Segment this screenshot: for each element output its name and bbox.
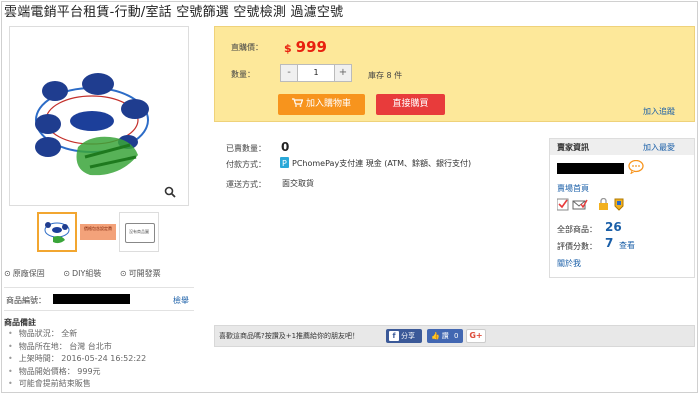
check-icon: ⊙ — [63, 269, 70, 278]
seller-title: 賣家資訊 — [557, 143, 589, 152]
product-diagram-image — [35, 73, 149, 176]
add-tracking-link[interactable]: 加入追蹤 — [643, 106, 675, 117]
quantity-minus-button[interactable]: - — [281, 65, 298, 81]
add-favorite-link[interactable]: 加入最愛 — [643, 142, 675, 153]
divider — [4, 310, 194, 311]
sold-value: 0 — [281, 140, 290, 154]
quantity-label: 數量： — [231, 70, 255, 79]
zoom-icon[interactable] — [164, 186, 176, 198]
buy-now-button[interactable]: 直接購買 — [376, 94, 445, 115]
product-title: 雲端電銷平台租賃-行動/室話 空號篩選 空號檢測 過濾空號 — [4, 5, 344, 20]
quantity-input[interactable]: 1 — [298, 65, 334, 81]
check-icon: ⊙ — [119, 269, 127, 278]
facebook-like-count: 0 — [453, 332, 459, 340]
sold-label: 已賣數量： — [226, 144, 266, 153]
price-value: $999 — [284, 38, 327, 56]
shield-badge-icon — [614, 198, 624, 211]
chat-icon[interactable] — [628, 159, 644, 176]
shipping-label: 運送方式： — [226, 180, 266, 189]
main-product-image[interactable] — [9, 26, 189, 206]
price-amount: 999 — [295, 38, 327, 56]
payment-value: P PChomePay支付連 現金 (ATM、餘額、銀行支付) — [280, 157, 472, 168]
store-home-link[interactable]: 賣場首頁 — [557, 183, 589, 194]
payment-label: 付款方式： — [226, 160, 266, 169]
cart-icon — [291, 98, 304, 107]
currency-symbol: $ — [284, 42, 292, 55]
price-label: 直購價： — [231, 43, 263, 52]
note-item: 可能會提前結束販售 — [8, 378, 146, 391]
facebook-share-label: 分享 — [401, 332, 415, 340]
facebook-like-button[interactable]: 👍 讚 0 — [427, 329, 463, 343]
note-item: 物品開始價格： 999元 — [8, 366, 146, 379]
thumbnail-3[interactable]: 沒有商品圖 — [119, 212, 159, 252]
seller-badges — [556, 197, 632, 213]
facebook-share-button[interactable]: f 分享 — [386, 329, 422, 343]
facebook-like-label: 讚 — [441, 332, 449, 340]
feature-warranty: ⊙ 原廠保固 — [4, 269, 45, 278]
feature-invoice: ⊙ 可開發票 — [119, 269, 161, 278]
thumbs-up-icon: 👍 — [431, 332, 440, 340]
report-link[interactable]: 檢舉 — [173, 295, 189, 306]
view-rating-link[interactable]: 查看 — [619, 240, 635, 251]
notes-list: 物品狀況： 全新 物品所在地： 台灣 台北市 上架時間： 2016-05-24 … — [8, 328, 147, 391]
notes-title: 商品備註 — [4, 318, 36, 327]
shipping-value: 面交取貨 — [282, 179, 314, 188]
feature-diy: ⊙ DIY組裝 — [63, 269, 102, 278]
facebook-icon: f — [389, 331, 399, 341]
quantity-stepper: - 1 + — [280, 64, 352, 82]
quantity-plus-button[interactable]: + — [334, 65, 351, 81]
google-plus-button[interactable]: G+ — [466, 329, 486, 343]
thumbnail-2[interactable]: 價格包含設定費 — [78, 212, 118, 252]
thumbnail-2-text: 價格包含設定費 — [84, 226, 112, 231]
lock-icon — [599, 197, 608, 210]
divider — [4, 287, 194, 288]
verified-check-icon — [556, 198, 569, 211]
check-icon: ⊙ — [4, 269, 11, 278]
product-id-label: 商品編號： — [6, 296, 46, 305]
seller-name-redacted[interactable] — [557, 163, 624, 174]
thumbnail-3-text: 沒有商品圖 — [129, 229, 149, 234]
add-to-cart-button[interactable]: 加入購物車 — [278, 94, 365, 115]
mail-verified-icon — [572, 199, 588, 210]
pchomepay-icon: P — [280, 157, 289, 168]
rating-value[interactable]: 7 — [605, 236, 613, 250]
note-item: 物品所在地： 台灣 台北市 — [8, 341, 146, 354]
total-items-value[interactable]: 26 — [605, 220, 622, 234]
product-id-redacted — [53, 294, 130, 304]
thumbnail-1[interactable] — [37, 212, 77, 252]
about-me-link[interactable]: 關於我 — [557, 258, 581, 269]
note-item: 物品狀況： 全新 — [8, 328, 146, 341]
rating-label: 評價分數： — [557, 242, 597, 251]
note-item: 上架時間： 2016-05-24 16:52:22 — [8, 353, 147, 366]
total-items-label: 全部商品： — [557, 225, 597, 234]
svg-text:P: P — [282, 159, 287, 168]
add-to-cart-label: 加入購物車 — [305, 99, 351, 109]
share-prompt: 喜歡這商品嗎?按讚及+1推薦給你的朋友吧！ — [219, 332, 360, 340]
feature-list: ⊙ 原廠保固 ⊙ DIY組裝 ⊙ 可開發票 — [4, 268, 177, 279]
stock-count: 庫存 8 件 — [368, 71, 403, 80]
